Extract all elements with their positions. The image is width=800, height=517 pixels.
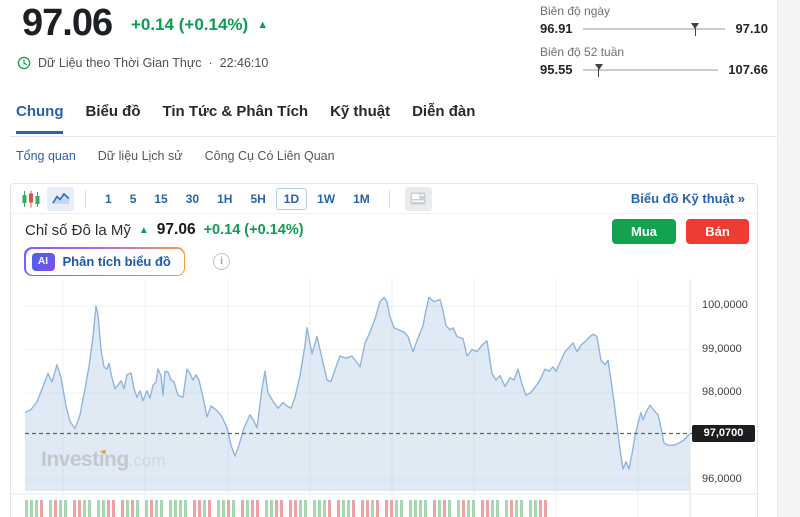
sell-button[interactable]: Bán xyxy=(686,219,749,244)
volume-bars xyxy=(25,500,547,517)
range-label-bien-do-ngay: Biên độ ngày xyxy=(540,4,768,18)
chart-title-row: Chỉ số Đô la Mỹ ▲ 97.06 +0.14 (+0.14%) xyxy=(25,221,304,239)
ai-analysis-button[interactable]: AI Phân tích biểu đồ xyxy=(24,247,185,276)
watermark-dot xyxy=(102,450,106,454)
technical-chart-link[interactable]: Biểu đồ Kỹ thuật » xyxy=(631,191,745,206)
investing-watermark: Investing.com xyxy=(41,448,166,472)
realtime-status: Dữ Liệu theo Thời Gian Thực · 22:46:10 xyxy=(17,56,268,70)
tab-ky-thuat[interactable]: Kỹ thuật xyxy=(330,103,390,134)
price-change-value: +0.14 (+0.14%) xyxy=(131,15,248,35)
range-low: 95.55 xyxy=(540,62,573,77)
page-gutter xyxy=(777,0,800,517)
up-arrow-icon: ▲ xyxy=(139,225,149,236)
timeframe-1h[interactable]: 1H xyxy=(209,188,240,210)
y-axis-label: 99,0000 xyxy=(702,343,762,355)
toolbar-divider xyxy=(85,190,86,208)
buy-button[interactable]: Mua xyxy=(612,219,676,244)
subnav-du-lieu-lich-su[interactable]: Dữ liệu Lịch sử xyxy=(98,149,183,163)
range-track xyxy=(583,69,719,71)
up-triangle-icon: ▲ xyxy=(257,19,268,31)
y-axis-label: 100,0000 xyxy=(702,299,762,311)
candlestick-icon xyxy=(21,190,41,208)
tab-chung[interactable]: Chung xyxy=(16,103,63,134)
ai-analysis-label: Phân tích biểu đồ xyxy=(63,254,171,269)
instrument-name: Chỉ số Đô la Mỹ xyxy=(25,222,131,239)
range-high: 97.10 xyxy=(735,21,768,36)
line-chart-icon xyxy=(52,192,70,205)
timeframe-1w[interactable]: 1W xyxy=(309,188,343,210)
realtime-time: 22:46:10 xyxy=(220,56,269,70)
price-change: +0.14 (+0.14%) ▲ xyxy=(131,15,268,35)
dot-separator: · xyxy=(208,56,212,70)
range-label-bien-do-52-tuan: Biên độ 52 tuần xyxy=(540,45,768,59)
chart-price: 97.06 xyxy=(157,221,196,239)
subnav-cong-cu-co-lien-quan[interactable]: Công Cụ Có Liên Quan xyxy=(205,149,335,163)
instrument-overview-page: 97.06 +0.14 (+0.14%) ▲ Dữ Liệu theo Thời… xyxy=(0,0,800,517)
range-bien-do-52-tuan: 95.55 107.66 xyxy=(540,62,768,77)
watermark-brand: Investing xyxy=(41,448,129,471)
range-marker-icon xyxy=(595,64,603,70)
sub-navigation: Tổng quan Dữ liệu Lịch sử Công Cụ Có Liên … xyxy=(16,149,335,163)
layout-icon xyxy=(410,192,426,205)
timeframe-1m[interactable]: 1M xyxy=(345,188,378,210)
ai-badge-icon: AI xyxy=(32,253,55,271)
chart-layout-button[interactable] xyxy=(405,187,432,211)
timeframe-5[interactable]: 5 xyxy=(122,188,145,210)
range-high: 107.66 xyxy=(728,62,768,77)
tab-dien-dan[interactable]: Diễn đàn xyxy=(412,103,475,134)
price-chart[interactable] xyxy=(11,279,757,517)
range-track xyxy=(583,28,726,30)
main-tabs: Chung Biểu đồ Tin Tức & Phân Tích Kỹ thuật D… xyxy=(16,103,475,134)
tabs-divider xyxy=(10,136,777,137)
current-price: 97.06 xyxy=(22,2,112,45)
chart-toolbar: 1515301H5H1D1W1M Biểu đồ Kỹ thuật » xyxy=(11,184,757,214)
range-indicators: Biên độ ngày 96.91 97.10 Biên độ 52 tuần 95.… xyxy=(540,4,768,86)
ai-analysis-inner: AI Phân tích biểu đồ xyxy=(26,249,184,275)
clock-icon xyxy=(17,56,31,70)
timeframe-5h[interactable]: 5H xyxy=(242,188,273,210)
subnav-tong-quan[interactable]: Tổng quan xyxy=(16,149,76,163)
chart-change: +0.14 (+0.14%) xyxy=(204,222,304,238)
timeframe-30[interactable]: 30 xyxy=(178,188,207,210)
timeframe-1[interactable]: 1 xyxy=(97,188,120,210)
timeframe-15[interactable]: 15 xyxy=(146,188,175,210)
y-axis-label: 96,0000 xyxy=(702,473,762,485)
range-bien-do-ngay: 96.91 97.10 xyxy=(540,21,768,36)
candlestick-chart-button[interactable] xyxy=(21,190,41,208)
toolbar-divider xyxy=(389,190,390,208)
range-low: 96.91 xyxy=(540,21,573,36)
chart-card: 1515301H5H1D1W1M Biểu đồ Kỹ thuật » Chỉ … xyxy=(10,183,758,517)
tab-bieu-do[interactable]: Biểu đồ xyxy=(85,103,140,134)
range-marker-icon xyxy=(691,23,699,29)
realtime-label: Dữ Liệu theo Thời Gian Thực xyxy=(38,56,201,70)
timeframe-selector: 1515301H5H1D1W1M xyxy=(97,188,378,210)
info-icon[interactable]: i xyxy=(213,253,230,270)
line-chart-button[interactable] xyxy=(47,187,74,211)
y-axis-label: 98,0000 xyxy=(702,386,762,398)
tab-tin-tuc-phan-tich[interactable]: Tin Tức & Phân Tích xyxy=(162,103,308,134)
timeframe-1d[interactable]: 1D xyxy=(276,188,307,210)
current-price-badge: 97,0700 xyxy=(692,425,755,442)
watermark-suffix: .com xyxy=(129,451,166,470)
